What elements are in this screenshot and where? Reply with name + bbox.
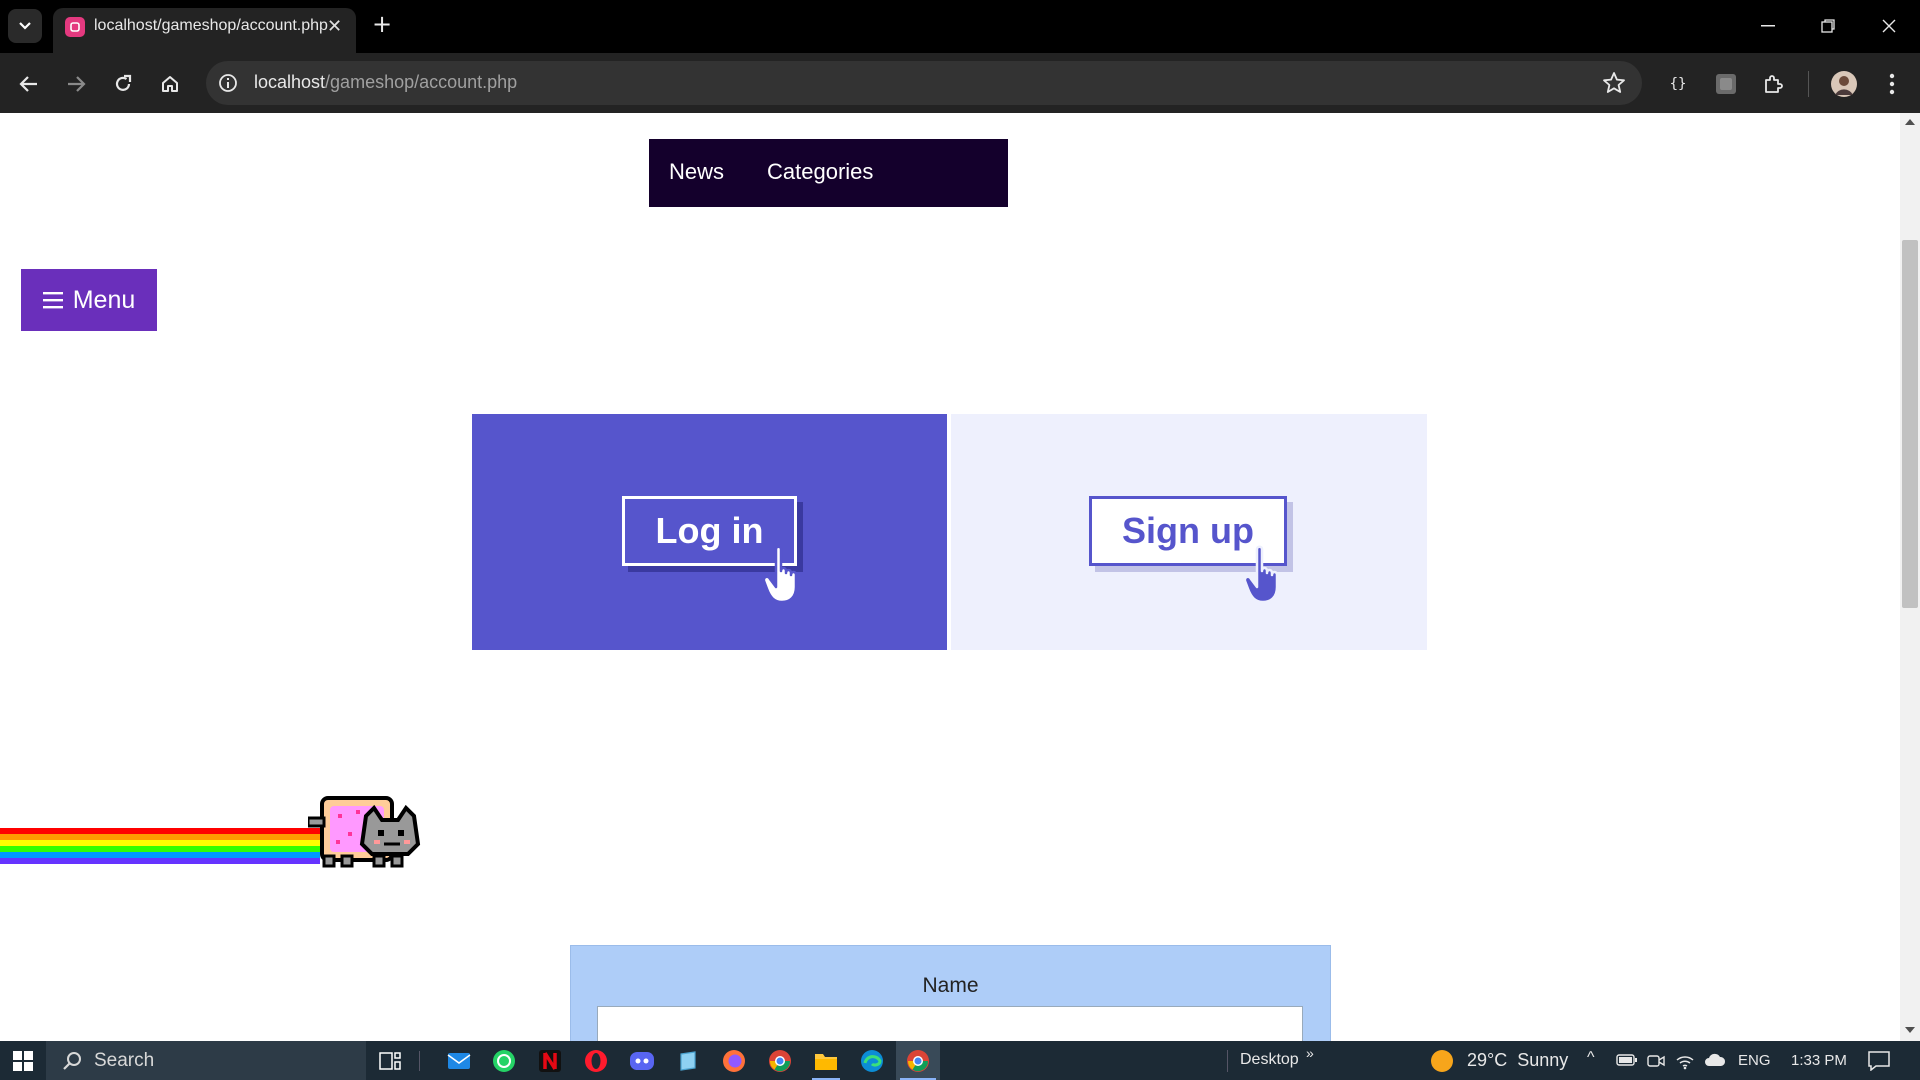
minimize-button[interactable] — [1745, 11, 1791, 41]
browser-menu-button[interactable] — [1877, 69, 1907, 99]
extensions-menu-button[interactable] — [1759, 69, 1789, 99]
new-tab-button[interactable]: + — [372, 12, 392, 36]
url-host: localhost — [254, 72, 326, 92]
scrollbar-thumb[interactable] — [1902, 240, 1918, 608]
notepad-icon[interactable] — [674, 1047, 702, 1075]
scroll-down-arrow-icon[interactable] — [1905, 1027, 1915, 1033]
page-viewport: News Categories Menu Log in Sign up Name — [0, 113, 1900, 1041]
address-bar[interactable]: localhost/gameshop/account.php — [206, 61, 1642, 105]
close-window-button[interactable] — [1866, 11, 1912, 41]
pointer-hand-icon — [1245, 545, 1279, 604]
reload-button[interactable] — [108, 69, 138, 99]
pointer-hand-icon — [764, 545, 798, 604]
whatsapp-icon[interactable] — [490, 1047, 518, 1075]
json-viewer-extension-button[interactable]: {} — [1663, 69, 1693, 99]
taskbar-search-box[interactable]: Search — [46, 1041, 366, 1080]
onedrive-cloud-icon[interactable] — [1704, 1052, 1726, 1068]
menu-button[interactable]: Menu — [21, 269, 157, 331]
nav-link-categories[interactable]: Categories — [767, 159, 873, 185]
braces-icon: {} — [1669, 76, 1687, 92]
arrow-left-icon — [19, 76, 37, 92]
hamburger-icon — [42, 292, 63, 309]
home-button[interactable] — [155, 69, 185, 99]
extension-square-icon — [1716, 74, 1736, 94]
login-panel[interactable]: Log in — [472, 414, 947, 650]
weather-sun-icon[interactable] — [1430, 1049, 1454, 1073]
language-indicator[interactable]: ENG — [1738, 1052, 1771, 1069]
meet-now-icon[interactable] — [1647, 1052, 1665, 1070]
taskbar-search-placeholder: Search — [94, 1050, 155, 1071]
puzzle-icon — [1765, 75, 1783, 93]
home-icon — [162, 76, 178, 92]
name-input[interactable] — [597, 1006, 1303, 1041]
site-info-icon[interactable] — [218, 73, 238, 93]
notification-center-icon[interactable] — [1868, 1051, 1890, 1071]
weather-text[interactable]: 29°C Sunny — [1467, 1050, 1568, 1071]
firefox-icon[interactable] — [720, 1047, 748, 1075]
url-path: /gameshop/account.php — [325, 72, 518, 92]
tab-search-button[interactable] — [8, 9, 42, 43]
toolbar-divider — [1808, 71, 1809, 97]
chevron-double-right-icon[interactable]: » — [1306, 1045, 1314, 1061]
clock-time[interactable]: 1:33 PM — [1791, 1052, 1847, 1069]
forward-button[interactable] — [61, 69, 91, 99]
tab-title: localhost/gameshop/account.php — [94, 17, 328, 34]
chevron-up-icon[interactable]: ^ — [1587, 1049, 1595, 1067]
rainbow-trail-image — [0, 828, 320, 864]
discord-icon[interactable] — [628, 1047, 656, 1075]
signup-form: Name — [570, 945, 1331, 1041]
browser-tab-strip: localhost/gameshop/account.php ✕ + — [0, 0, 1920, 53]
edge-icon[interactable] — [858, 1047, 886, 1075]
task-view-icon[interactable] — [376, 1047, 404, 1075]
mail-icon[interactable] — [445, 1047, 473, 1075]
chrome-icon[interactable] — [766, 1047, 794, 1075]
taskbar-divider — [419, 1051, 420, 1071]
battery-icon[interactable] — [1616, 1053, 1638, 1067]
browser-toolbar: localhost/gameshop/account.php {} — [0, 53, 1920, 113]
start-button[interactable] — [0, 1041, 46, 1080]
tab-close-icon[interactable]: ✕ — [327, 16, 342, 37]
chevron-down-icon — [19, 22, 31, 30]
search-icon — [63, 1052, 81, 1070]
top-nav-bar: News Categories — [649, 139, 1008, 207]
back-button[interactable] — [14, 69, 44, 99]
reload-icon — [115, 74, 132, 91]
name-label: Name — [922, 974, 979, 997]
kebab-menu-icon — [1889, 73, 1895, 95]
wifi-icon[interactable] — [1675, 1052, 1695, 1070]
windows-logo-icon — [13, 1050, 33, 1071]
file-explorer-icon[interactable] — [812, 1047, 840, 1075]
active-tab[interactable]: localhost/gameshop/account.php ✕ — [53, 8, 356, 53]
avatar-icon — [1831, 71, 1857, 97]
taskbar-divider — [1227, 1050, 1228, 1072]
nyan-cat-image — [308, 796, 421, 868]
windows-taskbar: Search Desktop » 29°C Sunny ^ ENG 1:33 P… — [0, 1041, 1920, 1080]
arrow-right-icon — [68, 76, 86, 92]
scroll-up-arrow-icon[interactable] — [1905, 119, 1915, 125]
chrome-active-icon[interactable] — [904, 1047, 932, 1075]
extension-button[interactable] — [1711, 69, 1741, 99]
desktop-toolbar-label[interactable]: Desktop — [1240, 1051, 1299, 1069]
opera-icon[interactable] — [582, 1047, 610, 1075]
restore-button[interactable] — [1805, 11, 1851, 41]
nav-link-news[interactable]: News — [669, 159, 724, 185]
netflix-icon[interactable] — [536, 1047, 564, 1075]
profile-avatar[interactable] — [1829, 69, 1859, 99]
url-text: localhost/gameshop/account.php — [254, 72, 517, 93]
bookmark-star-icon[interactable] — [1602, 71, 1626, 95]
menu-button-label: Menu — [72, 285, 136, 314]
site-favicon-icon — [65, 17, 85, 37]
signup-panel[interactable]: Sign up — [951, 414, 1427, 650]
